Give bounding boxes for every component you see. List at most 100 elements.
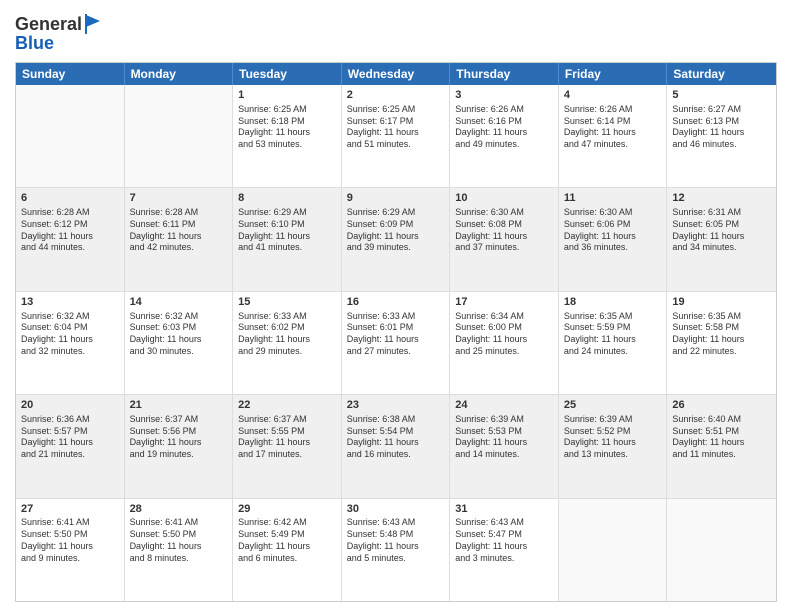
cell-info: Sunrise: 6:35 AM Sunset: 5:59 PM Dayligh…	[564, 311, 662, 358]
weekday-header-wednesday: Wednesday	[342, 63, 451, 85]
cell-info: Sunrise: 6:38 AM Sunset: 5:54 PM Dayligh…	[347, 414, 445, 461]
day-number: 23	[347, 398, 445, 413]
calendar-cell-empty	[16, 85, 125, 187]
calendar-day-5: 5Sunrise: 6:27 AM Sunset: 6:13 PM Daylig…	[667, 85, 776, 187]
day-number: 21	[130, 398, 228, 413]
cell-info: Sunrise: 6:26 AM Sunset: 6:16 PM Dayligh…	[455, 104, 553, 151]
day-number: 18	[564, 295, 662, 310]
calendar-day-20: 20Sunrise: 6:36 AM Sunset: 5:57 PM Dayli…	[16, 395, 125, 497]
calendar-day-13: 13Sunrise: 6:32 AM Sunset: 6:04 PM Dayli…	[16, 292, 125, 394]
calendar-header: SundayMondayTuesdayWednesdayThursdayFrid…	[16, 63, 776, 85]
day-number: 27	[21, 502, 119, 517]
cell-info: Sunrise: 6:33 AM Sunset: 6:02 PM Dayligh…	[238, 311, 336, 358]
day-number: 13	[21, 295, 119, 310]
day-number: 30	[347, 502, 445, 517]
calendar-day-4: 4Sunrise: 6:26 AM Sunset: 6:14 PM Daylig…	[559, 85, 668, 187]
calendar-cell-empty	[125, 85, 234, 187]
cell-info: Sunrise: 6:35 AM Sunset: 5:58 PM Dayligh…	[672, 311, 771, 358]
calendar-row-5: 27Sunrise: 6:41 AM Sunset: 5:50 PM Dayli…	[16, 499, 776, 601]
calendar-day-30: 30Sunrise: 6:43 AM Sunset: 5:48 PM Dayli…	[342, 499, 451, 601]
cell-info: Sunrise: 6:39 AM Sunset: 5:52 PM Dayligh…	[564, 414, 662, 461]
calendar-day-25: 25Sunrise: 6:39 AM Sunset: 5:52 PM Dayli…	[559, 395, 668, 497]
day-number: 4	[564, 88, 662, 103]
calendar-day-9: 9Sunrise: 6:29 AM Sunset: 6:09 PM Daylig…	[342, 188, 451, 290]
cell-info: Sunrise: 6:30 AM Sunset: 6:08 PM Dayligh…	[455, 207, 553, 254]
weekday-header-monday: Monday	[125, 63, 234, 85]
day-number: 25	[564, 398, 662, 413]
cell-info: Sunrise: 6:39 AM Sunset: 5:53 PM Dayligh…	[455, 414, 553, 461]
calendar-day-26: 26Sunrise: 6:40 AM Sunset: 5:51 PM Dayli…	[667, 395, 776, 497]
day-number: 6	[21, 191, 119, 206]
cell-info: Sunrise: 6:28 AM Sunset: 6:12 PM Dayligh…	[21, 207, 119, 254]
cell-info: Sunrise: 6:28 AM Sunset: 6:11 PM Dayligh…	[130, 207, 228, 254]
day-number: 31	[455, 502, 553, 517]
calendar-day-18: 18Sunrise: 6:35 AM Sunset: 5:59 PM Dayli…	[559, 292, 668, 394]
calendar-day-1: 1Sunrise: 6:25 AM Sunset: 6:18 PM Daylig…	[233, 85, 342, 187]
cell-info: Sunrise: 6:40 AM Sunset: 5:51 PM Dayligh…	[672, 414, 771, 461]
day-number: 10	[455, 191, 553, 206]
cell-info: Sunrise: 6:41 AM Sunset: 5:50 PM Dayligh…	[130, 517, 228, 564]
calendar-cell-empty	[667, 499, 776, 601]
cell-info: Sunrise: 6:37 AM Sunset: 5:56 PM Dayligh…	[130, 414, 228, 461]
day-number: 17	[455, 295, 553, 310]
calendar-day-11: 11Sunrise: 6:30 AM Sunset: 6:06 PM Dayli…	[559, 188, 668, 290]
cell-info: Sunrise: 6:32 AM Sunset: 6:04 PM Dayligh…	[21, 311, 119, 358]
weekday-header-thursday: Thursday	[450, 63, 559, 85]
calendar-day-12: 12Sunrise: 6:31 AM Sunset: 6:05 PM Dayli…	[667, 188, 776, 290]
calendar-day-16: 16Sunrise: 6:33 AM Sunset: 6:01 PM Dayli…	[342, 292, 451, 394]
day-number: 29	[238, 502, 336, 517]
cell-info: Sunrise: 6:33 AM Sunset: 6:01 PM Dayligh…	[347, 311, 445, 358]
cell-info: Sunrise: 6:29 AM Sunset: 6:10 PM Dayligh…	[238, 207, 336, 254]
weekday-header-saturday: Saturday	[667, 63, 776, 85]
calendar-day-6: 6Sunrise: 6:28 AM Sunset: 6:12 PM Daylig…	[16, 188, 125, 290]
day-number: 22	[238, 398, 336, 413]
day-number: 15	[238, 295, 336, 310]
day-number: 5	[672, 88, 771, 103]
day-number: 16	[347, 295, 445, 310]
cell-info: Sunrise: 6:27 AM Sunset: 6:13 PM Dayligh…	[672, 104, 771, 151]
cell-info: Sunrise: 6:30 AM Sunset: 6:06 PM Dayligh…	[564, 207, 662, 254]
day-number: 19	[672, 295, 771, 310]
calendar-day-29: 29Sunrise: 6:42 AM Sunset: 5:49 PM Dayli…	[233, 499, 342, 601]
cell-info: Sunrise: 6:43 AM Sunset: 5:48 PM Dayligh…	[347, 517, 445, 564]
calendar-day-17: 17Sunrise: 6:34 AM Sunset: 6:00 PM Dayli…	[450, 292, 559, 394]
calendar-day-7: 7Sunrise: 6:28 AM Sunset: 6:11 PM Daylig…	[125, 188, 234, 290]
calendar-row-3: 13Sunrise: 6:32 AM Sunset: 6:04 PM Dayli…	[16, 292, 776, 395]
day-number: 11	[564, 191, 662, 206]
cell-info: Sunrise: 6:25 AM Sunset: 6:17 PM Dayligh…	[347, 104, 445, 151]
calendar: SundayMondayTuesdayWednesdayThursdayFrid…	[15, 62, 777, 602]
calendar-row-4: 20Sunrise: 6:36 AM Sunset: 5:57 PM Dayli…	[16, 395, 776, 498]
page: General Blue SundayMondayTuesdayWednesda…	[0, 0, 792, 612]
calendar-body: 1Sunrise: 6:25 AM Sunset: 6:18 PM Daylig…	[16, 85, 776, 601]
day-number: 26	[672, 398, 771, 413]
day-number: 14	[130, 295, 228, 310]
cell-info: Sunrise: 6:29 AM Sunset: 6:09 PM Dayligh…	[347, 207, 445, 254]
cell-info: Sunrise: 6:41 AM Sunset: 5:50 PM Dayligh…	[21, 517, 119, 564]
day-number: 7	[130, 191, 228, 206]
calendar-day-31: 31Sunrise: 6:43 AM Sunset: 5:47 PM Dayli…	[450, 499, 559, 601]
cell-info: Sunrise: 6:31 AM Sunset: 6:05 PM Dayligh…	[672, 207, 771, 254]
calendar-day-3: 3Sunrise: 6:26 AM Sunset: 6:16 PM Daylig…	[450, 85, 559, 187]
calendar-cell-empty	[559, 499, 668, 601]
calendar-day-15: 15Sunrise: 6:33 AM Sunset: 6:02 PM Dayli…	[233, 292, 342, 394]
day-number: 28	[130, 502, 228, 517]
weekday-header-sunday: Sunday	[16, 63, 125, 85]
logo-general-text: General	[15, 14, 82, 35]
calendar-day-8: 8Sunrise: 6:29 AM Sunset: 6:10 PM Daylig…	[233, 188, 342, 290]
day-number: 3	[455, 88, 553, 103]
weekday-header-tuesday: Tuesday	[233, 63, 342, 85]
logo: General Blue	[15, 14, 102, 54]
cell-info: Sunrise: 6:42 AM Sunset: 5:49 PM Dayligh…	[238, 517, 336, 564]
cell-info: Sunrise: 6:25 AM Sunset: 6:18 PM Dayligh…	[238, 104, 336, 151]
day-number: 1	[238, 88, 336, 103]
logo-blue-text: Blue	[15, 33, 102, 54]
calendar-day-10: 10Sunrise: 6:30 AM Sunset: 6:08 PM Dayli…	[450, 188, 559, 290]
cell-info: Sunrise: 6:43 AM Sunset: 5:47 PM Dayligh…	[455, 517, 553, 564]
day-number: 8	[238, 191, 336, 206]
calendar-row-1: 1Sunrise: 6:25 AM Sunset: 6:18 PM Daylig…	[16, 85, 776, 188]
calendar-day-28: 28Sunrise: 6:41 AM Sunset: 5:50 PM Dayli…	[125, 499, 234, 601]
calendar-day-19: 19Sunrise: 6:35 AM Sunset: 5:58 PM Dayli…	[667, 292, 776, 394]
day-number: 12	[672, 191, 771, 206]
calendar-day-2: 2Sunrise: 6:25 AM Sunset: 6:17 PM Daylig…	[342, 85, 451, 187]
cell-info: Sunrise: 6:32 AM Sunset: 6:03 PM Dayligh…	[130, 311, 228, 358]
